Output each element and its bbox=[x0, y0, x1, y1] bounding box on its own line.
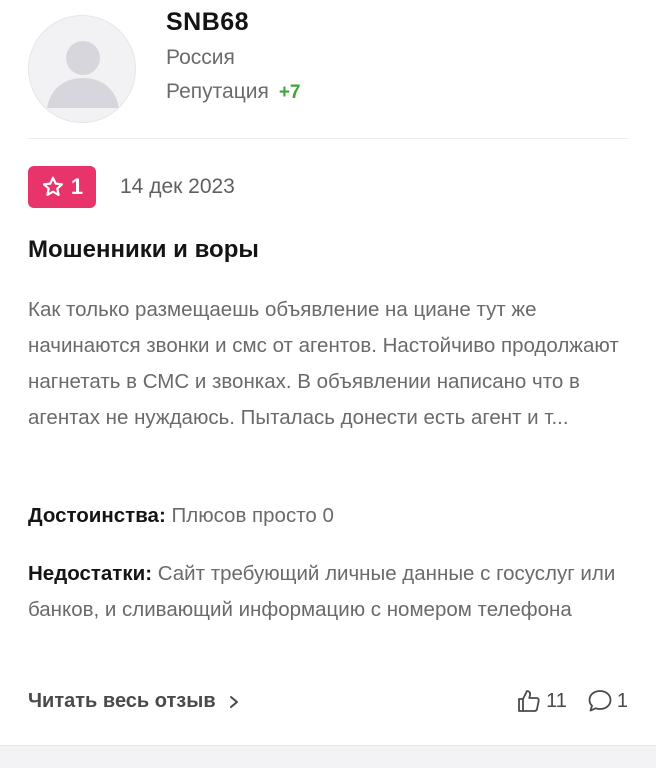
pros-label: Достоинства: bbox=[28, 504, 166, 527]
read-more-label: Читать весь отзыв bbox=[28, 690, 216, 712]
star-icon bbox=[42, 176, 63, 196]
cons-label: Недостатки: bbox=[28, 562, 153, 585]
reputation-label: Репутация bbox=[166, 80, 269, 103]
pros-text: Плюсов просто 0 bbox=[171, 504, 334, 527]
review-text: Как только размещаешь объявление на циан… bbox=[28, 298, 619, 429]
likes-count: 11 bbox=[546, 689, 567, 712]
avatar[interactable] bbox=[28, 15, 136, 123]
read-full-review-link[interactable]: Читать весь отзыв bbox=[28, 690, 240, 713]
comments-button[interactable]: 1 bbox=[587, 688, 628, 714]
thumbs-up-icon bbox=[518, 690, 540, 712]
comment-icon bbox=[588, 690, 612, 712]
review-card: SNB68 Россия Репутация +7 1 14 дек 2023 М… bbox=[0, 0, 656, 768]
chevron-right-icon bbox=[229, 695, 238, 708]
review-actions: 11 1 bbox=[516, 688, 628, 714]
user-country: Россия bbox=[166, 46, 235, 69]
rating-badge: 1 bbox=[28, 166, 96, 208]
rating-value: 1 bbox=[70, 174, 84, 199]
divider bbox=[28, 138, 628, 139]
bottom-separator bbox=[0, 745, 656, 768]
review-date: 14 дек 2023 bbox=[120, 175, 235, 198]
review-pros: Достоинства: Плюсов просто 0 bbox=[28, 498, 628, 534]
review-title[interactable]: Мошенники и воры bbox=[28, 236, 259, 264]
user-reputation: Репутация +7 bbox=[166, 80, 301, 104]
like-button[interactable]: 11 bbox=[516, 688, 567, 714]
user-silhouette-icon bbox=[47, 41, 119, 108]
user-name[interactable]: SNB68 bbox=[166, 8, 249, 37]
review-cons: Недостатки: Сайт требующий личные данные… bbox=[28, 556, 628, 628]
reputation-value: +7 bbox=[278, 82, 301, 103]
comments-count: 1 bbox=[616, 689, 628, 712]
